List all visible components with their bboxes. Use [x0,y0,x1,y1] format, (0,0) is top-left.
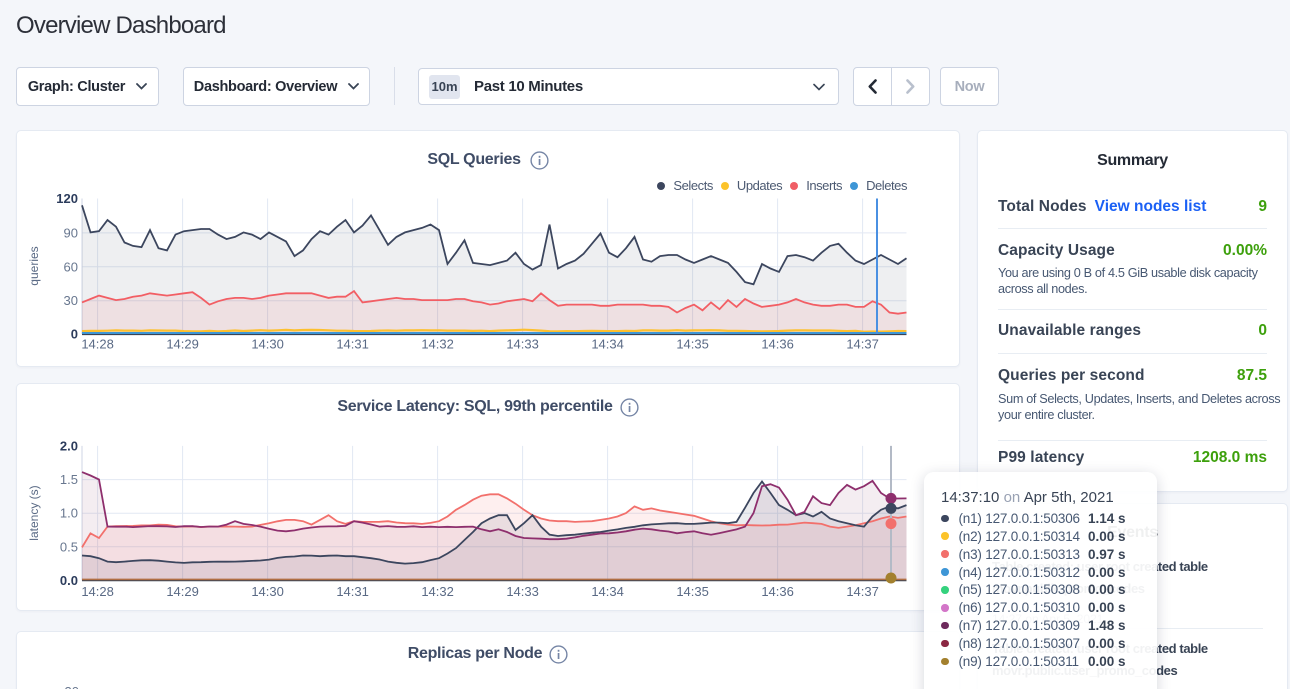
svg-text:14:35: 14:35 [676,584,709,599]
svg-text:120: 120 [56,191,78,206]
svg-text:2.0: 2.0 [60,439,78,454]
svg-text:14:29: 14:29 [166,584,199,599]
svg-text:14:35: 14:35 [676,337,709,352]
svg-text:queries: queries [27,246,41,285]
svg-text:14:37: 14:37 [846,584,879,599]
svg-text:60: 60 [64,259,78,274]
svg-text:30: 30 [64,293,78,308]
svg-text:14:31: 14:31 [336,337,369,352]
svg-text:14:36: 14:36 [761,584,794,599]
svg-text:14:32: 14:32 [421,584,454,599]
svg-text:14:33: 14:33 [506,584,539,599]
svg-text:1.0: 1.0 [60,506,78,521]
svg-text:14:29: 14:29 [166,337,199,352]
svg-text:14:32: 14:32 [421,337,454,352]
svg-text:14:30: 14:30 [251,337,284,352]
svg-text:0.5: 0.5 [60,539,78,554]
svg-text:0.0: 0.0 [60,573,78,588]
svg-text:latency (s): latency (s) [27,485,41,540]
svg-text:0: 0 [71,327,78,342]
svg-text:14:28: 14:28 [81,337,114,352]
svg-text:14:37: 14:37 [846,337,879,352]
svg-text:14:36: 14:36 [761,337,794,352]
svg-text:14:31: 14:31 [336,584,369,599]
svg-text:1.5: 1.5 [60,472,78,487]
svg-text:14:34: 14:34 [591,337,624,352]
svg-text:90: 90 [64,225,78,240]
svg-text:14:28: 14:28 [81,584,114,599]
svg-text:14:33: 14:33 [506,337,539,352]
svg-text:14:34: 14:34 [591,584,624,599]
svg-text:14:30: 14:30 [251,584,284,599]
